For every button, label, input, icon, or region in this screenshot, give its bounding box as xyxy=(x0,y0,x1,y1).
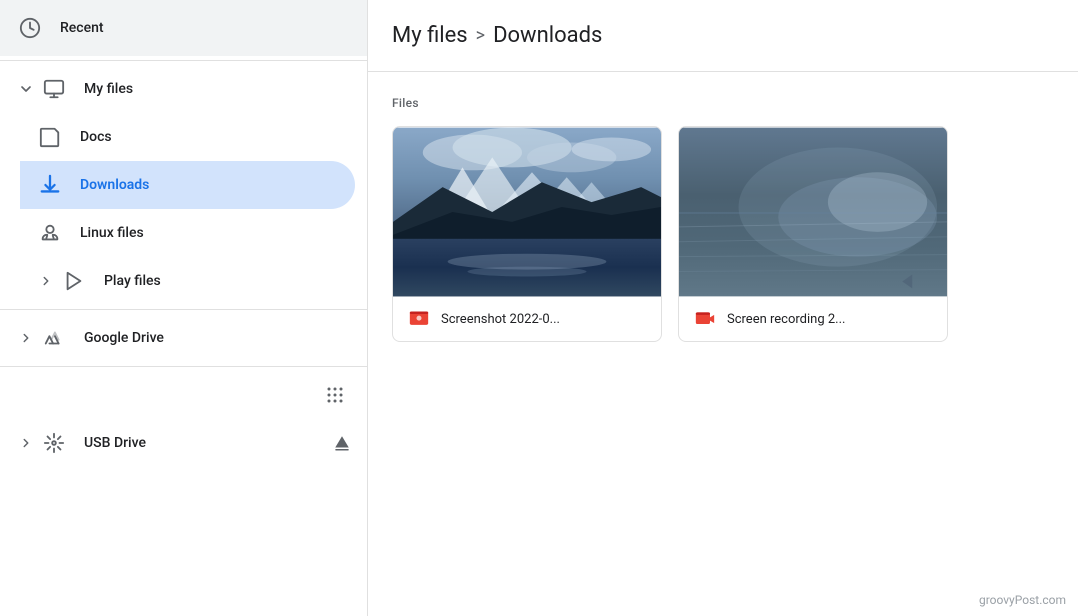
sidebar-play-files-label: Play files xyxy=(104,273,161,289)
sidebar-recent-label: Recent xyxy=(60,20,104,36)
screenshot-file-name: Screenshot 2022-0... xyxy=(441,312,560,327)
files-section: Files xyxy=(368,72,1078,358)
file-info-screenshot: Screenshot 2022-0... xyxy=(393,297,661,341)
sidebar-item-docs[interactable]: Docs xyxy=(20,113,355,161)
file-info-recording: Screen recording 2... xyxy=(679,297,947,341)
sidebar-group-my-files: My files Docs xyxy=(0,65,367,305)
sidebar-item-google-drive[interactable]: Google Drive xyxy=(0,314,367,362)
sidebar: Recent My files xyxy=(0,0,368,616)
linux-files-icon xyxy=(36,219,64,247)
sidebar-divider-3 xyxy=(0,366,367,367)
main-content: My files > Downloads Files xyxy=(368,0,1078,616)
sidebar-item-recent[interactable]: Recent xyxy=(0,0,367,56)
file-thumbnail-screenshot xyxy=(393,127,661,297)
sidebar-divider-1 xyxy=(0,60,367,61)
sidebar-item-usb-drive[interactable]: USB Drive xyxy=(0,419,367,467)
eject-icon[interactable] xyxy=(333,434,351,452)
recent-icon xyxy=(16,14,44,42)
file-card-recording[interactable]: Screen recording 2... xyxy=(678,126,948,342)
breadcrumb-downloads: Downloads xyxy=(493,23,602,48)
sidebar-divider-2 xyxy=(0,309,367,310)
sidebar-usb-drive-label: USB Drive xyxy=(84,435,146,451)
sidebar-linux-label: Linux files xyxy=(80,225,144,241)
my-files-icon xyxy=(40,75,68,103)
sidebar-item-downloads[interactable]: Downloads xyxy=(20,161,355,209)
google-drive-icon xyxy=(40,324,68,352)
more-options-container xyxy=(0,371,367,419)
breadcrumb-separator: > xyxy=(476,25,485,46)
downloads-icon xyxy=(36,171,64,199)
file-thumbnail-recording xyxy=(679,127,947,297)
docs-icon xyxy=(36,123,64,151)
sidebar-google-drive-label: Google Drive xyxy=(84,330,164,346)
sidebar-sub-items: Docs Downloads xyxy=(0,113,367,305)
sidebar-item-linux-files[interactable]: Linux files xyxy=(20,209,355,257)
usb-chevron-icon xyxy=(16,433,36,453)
sidebar-downloads-label: Downloads xyxy=(80,177,149,193)
play-chevron-icon xyxy=(36,271,56,291)
main-header: My files > Downloads xyxy=(368,0,1078,72)
app-container: Recent My files xyxy=(0,0,1078,616)
drive-chevron-icon xyxy=(16,328,36,348)
screenshot-file-icon xyxy=(409,309,429,329)
sidebar-item-my-files[interactable]: My files xyxy=(0,65,367,113)
sidebar-item-play-files[interactable]: Play files xyxy=(20,257,367,305)
file-grid: Screenshot 2022-0... xyxy=(392,126,1054,342)
breadcrumb-my-files[interactable]: My files xyxy=(392,23,468,48)
usb-drive-icon xyxy=(40,429,68,457)
grid-dots-icon[interactable] xyxy=(319,379,351,411)
watermark: groovyPost.com xyxy=(979,589,1066,608)
play-files-icon xyxy=(60,267,88,295)
file-card-screenshot[interactable]: Screenshot 2022-0... xyxy=(392,126,662,342)
recording-file-name: Screen recording 2... xyxy=(727,312,845,327)
sidebar-docs-label: Docs xyxy=(80,129,112,145)
chevron-down-icon xyxy=(16,79,36,99)
breadcrumb: My files > Downloads xyxy=(392,23,602,48)
recording-file-icon xyxy=(695,309,715,329)
sidebar-my-files-label: My files xyxy=(84,81,133,97)
files-section-label: Files xyxy=(392,96,1054,110)
